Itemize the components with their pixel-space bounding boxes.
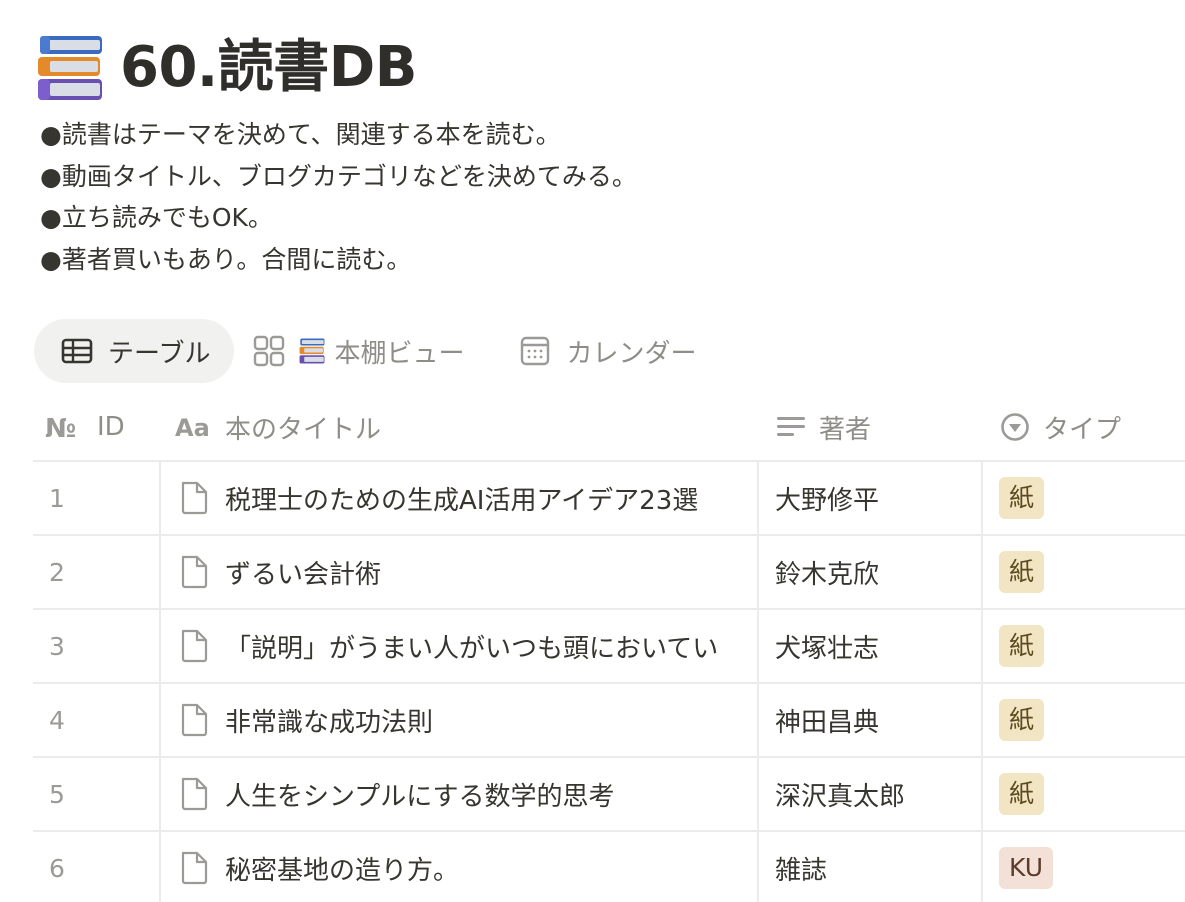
column-header-author[interactable]: 著者 bbox=[775, 392, 871, 462]
row-title: 「説明」がうまい人がいつも頭においてい bbox=[225, 633, 719, 664]
description-line[interactable]: ●動画タイトル、ブログカテゴリなどを決めてみる。 bbox=[40, 156, 637, 198]
page-title[interactable]: 60.読書DB bbox=[120, 28, 417, 108]
type-tag: KU bbox=[999, 847, 1054, 889]
row-id: 3 bbox=[49, 631, 65, 661]
tab-calendar-view[interactable]: カレンダー bbox=[486, 319, 718, 383]
row-author[interactable]: 鈴木克欣 bbox=[775, 536, 975, 608]
row-id: 5 bbox=[49, 779, 65, 809]
tab-label: 本棚ビュー bbox=[334, 338, 465, 369]
row-type-cell[interactable]: 紙 bbox=[999, 462, 1045, 534]
page-icon bbox=[181, 629, 208, 663]
row-title: 秘密基地の造り方。 bbox=[225, 855, 460, 886]
row-author[interactable]: 神田昌典 bbox=[775, 684, 975, 756]
type-tag: 紙 bbox=[999, 625, 1045, 667]
row-author[interactable]: 大野修平 bbox=[775, 462, 975, 534]
row-author[interactable]: 深沢真太郎 bbox=[775, 758, 975, 830]
column-header-type[interactable]: タイプ bbox=[999, 392, 1121, 462]
type-tag: 紙 bbox=[999, 773, 1045, 815]
page-icon bbox=[181, 703, 208, 737]
number-icon: № bbox=[45, 414, 76, 440]
row-title: 税理士のための生成AI活用アイデア23選 bbox=[225, 485, 699, 516]
tab-bookshelf-view[interactable]: 本棚ビュー bbox=[234, 319, 486, 383]
row-title-cell[interactable]: 秘密基地の造り方。 bbox=[179, 832, 757, 902]
table-row[interactable]: 1 税理士のための生成AI活用アイデア23選 大野修平 紙 bbox=[33, 462, 1185, 536]
book-table: № ID Aa 本のタイトル 著者 タイプ 1 税理士のための生成AI活用アイデ… bbox=[33, 392, 1185, 902]
row-id: 1 bbox=[49, 483, 65, 513]
row-title-cell[interactable]: 「説明」がうまい人がいつも頭においてい bbox=[179, 610, 757, 682]
page-icon bbox=[181, 777, 208, 811]
description-line[interactable]: ●著者買いもあり。合間に読む。 bbox=[40, 239, 637, 281]
page-icon bbox=[181, 481, 208, 515]
row-author[interactable]: 犬塚壮志 bbox=[775, 610, 975, 682]
tab-label: カレンダー bbox=[566, 338, 697, 369]
row-type-cell[interactable]: 紙 bbox=[999, 610, 1045, 682]
description-line[interactable]: ●読書はテーマを決めて、関連する本を読む。 bbox=[40, 114, 637, 156]
table-row[interactable]: 4 非常識な成功法則 神田昌典 紙 bbox=[33, 684, 1185, 758]
row-title: ずるい会計術 bbox=[225, 559, 382, 590]
page-description: ●読書はテーマを決めて、関連する本を読む。 ●動画タイトル、ブログカテゴリなどを… bbox=[40, 114, 637, 280]
type-tag: 紙 bbox=[999, 699, 1045, 741]
row-type-cell[interactable]: 紙 bbox=[999, 536, 1045, 608]
row-type-cell[interactable]: 紙 bbox=[999, 684, 1045, 756]
table-header: № ID Aa 本のタイトル 著者 タイプ bbox=[33, 392, 1185, 462]
row-author[interactable]: 雑誌 bbox=[775, 832, 975, 902]
gallery-grid-icon bbox=[254, 335, 285, 367]
calendar-icon bbox=[521, 336, 550, 366]
tab-table-view[interactable]: テーブル bbox=[34, 319, 235, 383]
row-id: 6 bbox=[49, 853, 65, 883]
page-icon bbox=[181, 555, 208, 589]
table-row[interactable]: 3 「説明」がうまい人がいつも頭においてい 犬塚壮志 紙 bbox=[33, 610, 1185, 684]
column-label: 著者 bbox=[819, 414, 872, 445]
title-text-icon: Aa bbox=[175, 414, 210, 440]
books-icon[interactable] bbox=[34, 32, 106, 104]
column-label: ID bbox=[97, 412, 125, 442]
view-tabs: テーブル 本棚ビュー カレンダー bbox=[34, 319, 718, 383]
row-title-cell[interactable]: 税理士のための生成AI活用アイデア23選 bbox=[179, 462, 757, 534]
tab-label: テーブル bbox=[108, 338, 211, 369]
row-title: 非常識な成功法則 bbox=[225, 707, 434, 738]
svg-text:Aa: Aa bbox=[175, 414, 210, 440]
description-line[interactable]: ●立ち読みでもOK。 bbox=[40, 197, 637, 239]
select-icon bbox=[1001, 413, 1029, 441]
row-id: 2 bbox=[49, 557, 65, 587]
table-body: 1 税理士のための生成AI活用アイデア23選 大野修平 紙 2 ずるい会計術 鈴… bbox=[33, 462, 1185, 902]
type-tag: 紙 bbox=[999, 551, 1045, 593]
row-type-cell[interactable]: 紙 bbox=[999, 758, 1045, 830]
column-label: 本のタイトル bbox=[225, 414, 382, 445]
row-title-cell[interactable]: ずるい会計術 bbox=[179, 536, 757, 608]
column-header-id[interactable]: № ID bbox=[45, 392, 125, 462]
table-icon bbox=[61, 338, 93, 364]
row-id: 4 bbox=[49, 705, 65, 735]
table-row[interactable]: 5 人生をシンプルにする数学的思考 深沢真太郎 紙 bbox=[33, 758, 1185, 832]
column-header-title[interactable]: Aa 本のタイトル bbox=[175, 392, 381, 462]
text-lines-icon bbox=[777, 417, 805, 436]
table-row[interactable]: 2 ずるい会計術 鈴木克欣 紙 bbox=[33, 536, 1185, 610]
row-title-cell[interactable]: 人生をシンプルにする数学的思考 bbox=[179, 758, 757, 830]
svg-text:№: № bbox=[45, 414, 76, 440]
page-icon bbox=[181, 851, 208, 885]
type-tag: 紙 bbox=[999, 477, 1045, 519]
row-type-cell[interactable]: KU bbox=[999, 832, 1054, 902]
books-icon bbox=[300, 338, 325, 364]
column-label: タイプ bbox=[1043, 414, 1122, 445]
table-row[interactable]: 6 秘密基地の造り方。 雑誌 KU bbox=[33, 832, 1185, 902]
row-title: 人生をシンプルにする数学的思考 bbox=[225, 781, 615, 812]
page-header: 60.読書DB bbox=[34, 28, 417, 108]
row-title-cell[interactable]: 非常識な成功法則 bbox=[179, 684, 757, 756]
